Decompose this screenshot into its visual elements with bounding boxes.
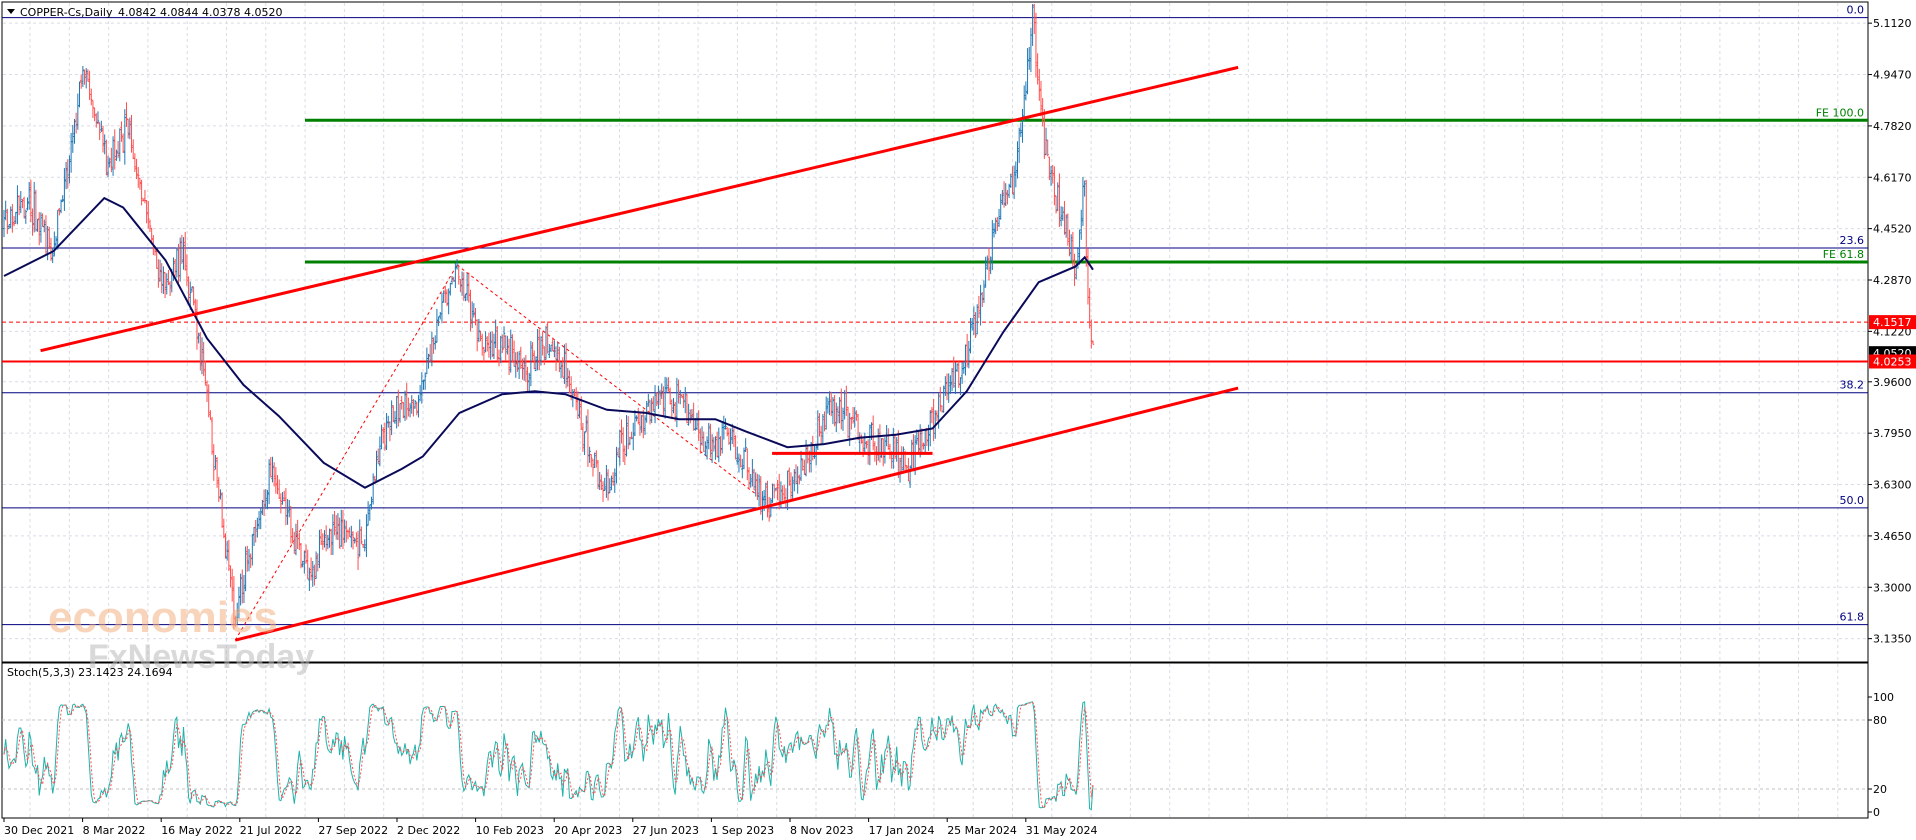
x-tick-label: 1 Sep 2023 bbox=[711, 824, 774, 837]
y-tick-label: 3.7950 bbox=[1873, 427, 1912, 440]
y-tick-label: 3.3000 bbox=[1873, 581, 1912, 594]
x-tick-label: 27 Jun 2023 bbox=[633, 824, 699, 837]
y-tick-label: 5.1120 bbox=[1873, 17, 1912, 30]
stoch-tick-label: 0 bbox=[1873, 806, 1880, 819]
y-tick-label: 4.9470 bbox=[1873, 69, 1912, 82]
y-tick-label: 3.1350 bbox=[1873, 633, 1912, 646]
watermark-line1: economies bbox=[48, 593, 278, 642]
y-tick-label: 4.2870 bbox=[1873, 274, 1912, 287]
fe-level-label: FE 61.8 bbox=[1823, 248, 1864, 261]
fe-level-label: FE 100.0 bbox=[1816, 106, 1864, 119]
x-tick-label: 2 Dec 2022 bbox=[397, 824, 460, 837]
x-tick-label: 27 Sep 2022 bbox=[318, 824, 388, 837]
chart-header: COPPER-Cs,Daily 4.0842 4.0844 4.0378 4.0… bbox=[7, 6, 282, 19]
copper-daily-chart: 0.0 23.6 38.2 50.0 61.8 FE 100.0 FE 61.8 5.11… bbox=[0, 0, 1916, 840]
x-tick-label: 16 May 2022 bbox=[161, 824, 233, 837]
price-tag-label: 4.1517 bbox=[1873, 316, 1912, 329]
stoch-label: Stoch(5,3,3) 23.1423 24.1694 bbox=[7, 666, 173, 679]
price-tag-label: 4.0253 bbox=[1873, 355, 1912, 368]
x-tick-label: 20 Apr 2023 bbox=[554, 824, 622, 837]
y-tick-label: 4.6170 bbox=[1873, 171, 1912, 184]
fib-level-label: 38.2 bbox=[1840, 379, 1865, 392]
x-tick-label: 8 Mar 2022 bbox=[83, 824, 146, 837]
x-tick-label: 10 Feb 2023 bbox=[476, 824, 544, 837]
y-tick-label: 4.4520 bbox=[1873, 223, 1912, 236]
stoch-tick-label: 80 bbox=[1873, 714, 1887, 727]
y-tick-label: 4.7820 bbox=[1873, 120, 1912, 133]
x-tick-label: 17 Jan 2024 bbox=[869, 824, 935, 837]
symbol-label: COPPER-Cs,Daily bbox=[20, 6, 113, 19]
watermark: economies FxNewsToday bbox=[48, 593, 314, 676]
fib-level-label: 0.0 bbox=[1847, 4, 1865, 17]
y-tick-label: 3.4650 bbox=[1873, 530, 1912, 543]
x-tick-label: 8 Nov 2023 bbox=[790, 824, 853, 837]
x-tick-label: 30 Dec 2021 bbox=[4, 824, 74, 837]
x-tick-label: 21 Jul 2022 bbox=[240, 824, 302, 837]
fib-level-label: 23.6 bbox=[1840, 234, 1865, 247]
y-tick-label: 3.9600 bbox=[1873, 376, 1912, 389]
fib-level-label: 61.8 bbox=[1840, 611, 1865, 624]
stoch-tick-label: 20 bbox=[1873, 783, 1887, 796]
y-tick-label: 3.6300 bbox=[1873, 479, 1912, 492]
ohlc-values: 4.0842 4.0844 4.0378 4.0520 bbox=[118, 6, 282, 19]
x-tick-label: 31 May 2024 bbox=[1026, 824, 1098, 837]
fib-level-label: 50.0 bbox=[1840, 494, 1865, 507]
x-tick-label: 25 Mar 2024 bbox=[947, 824, 1017, 837]
stoch-tick-label: 100 bbox=[1873, 691, 1894, 704]
